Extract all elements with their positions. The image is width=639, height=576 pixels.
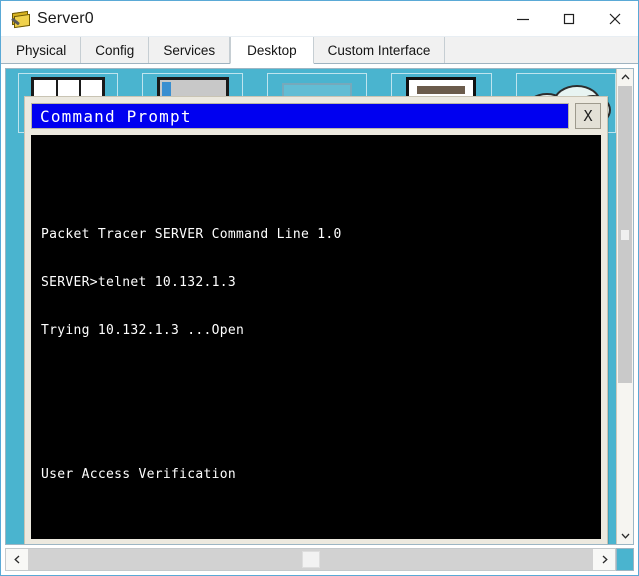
desktop-frame: Command Prompt X Packet Tracer SERVER Co…: [5, 68, 634, 545]
command-prompt-titlebar: Command Prompt X: [31, 103, 601, 129]
scroll-left-button[interactable]: [6, 549, 28, 570]
scroll-up-button[interactable]: [617, 69, 633, 86]
tab-services[interactable]: Services: [149, 37, 231, 63]
chevron-left-icon: [13, 555, 19, 564]
close-button[interactable]: [592, 1, 638, 36]
terminal-line: Trying 10.132.1.3 ...Open: [41, 323, 245, 338]
desktop-panel: Command Prompt X Packet Tracer SERVER Co…: [1, 64, 638, 575]
desktop-canvas: Command Prompt X Packet Tracer SERVER Co…: [6, 69, 616, 544]
close-icon: [609, 13, 621, 24]
terminal-line: Packet Tracer SERVER Command Line 1.0: [41, 227, 342, 242]
tab-physical[interactable]: Physical: [2, 37, 82, 63]
terminal-line: SERVER>telnet 10.132.1.3: [41, 275, 237, 290]
chevron-down-icon: [621, 533, 629, 539]
tab-bar-filler: [445, 37, 638, 63]
page-title: Server0: [37, 9, 94, 27]
horizontal-scroll-track[interactable]: [28, 549, 593, 570]
window-controls: [500, 1, 638, 36]
tab-bar: Physical Config Services Desktop Custom …: [1, 37, 638, 64]
chevron-right-icon: [602, 555, 608, 564]
scrollbar-corner: [616, 548, 634, 571]
command-prompt-window: Command Prompt X Packet Tracer SERVER Co…: [24, 96, 608, 544]
tab-config[interactable]: Config: [81, 37, 150, 63]
tab-desktop[interactable]: Desktop: [230, 37, 314, 64]
terminal-output[interactable]: Packet Tracer SERVER Command Line 1.0 SE…: [31, 135, 601, 539]
scroll-down-button[interactable]: [617, 527, 633, 544]
vertical-scroll-thumb[interactable]: [618, 86, 632, 383]
chevron-up-icon: [621, 74, 629, 80]
horizontal-scroll-thumb[interactable]: [301, 551, 320, 568]
window-titlebar: Server0: [1, 1, 638, 37]
command-prompt-title: Command Prompt: [31, 103, 569, 129]
minimize-icon: [517, 18, 529, 20]
scroll-right-button[interactable]: [593, 549, 615, 570]
terminal-line: User Access Verification: [41, 467, 237, 482]
maximize-icon: [563, 13, 575, 24]
vertical-scroll-track[interactable]: [617, 86, 633, 527]
minimize-button[interactable]: [500, 1, 546, 36]
vertical-scrollbar[interactable]: [616, 69, 633, 544]
tab-custom-interface[interactable]: Custom Interface: [313, 37, 446, 63]
server0-window: Server0 Physical Config Services Desktop…: [0, 0, 639, 576]
maximize-button[interactable]: [546, 1, 592, 36]
packet-tracer-server-icon: [10, 9, 30, 29]
horizontal-scrollbar[interactable]: [5, 548, 616, 571]
horizontal-scrollbar-row: [5, 548, 634, 571]
command-prompt-close-button[interactable]: X: [575, 103, 601, 129]
